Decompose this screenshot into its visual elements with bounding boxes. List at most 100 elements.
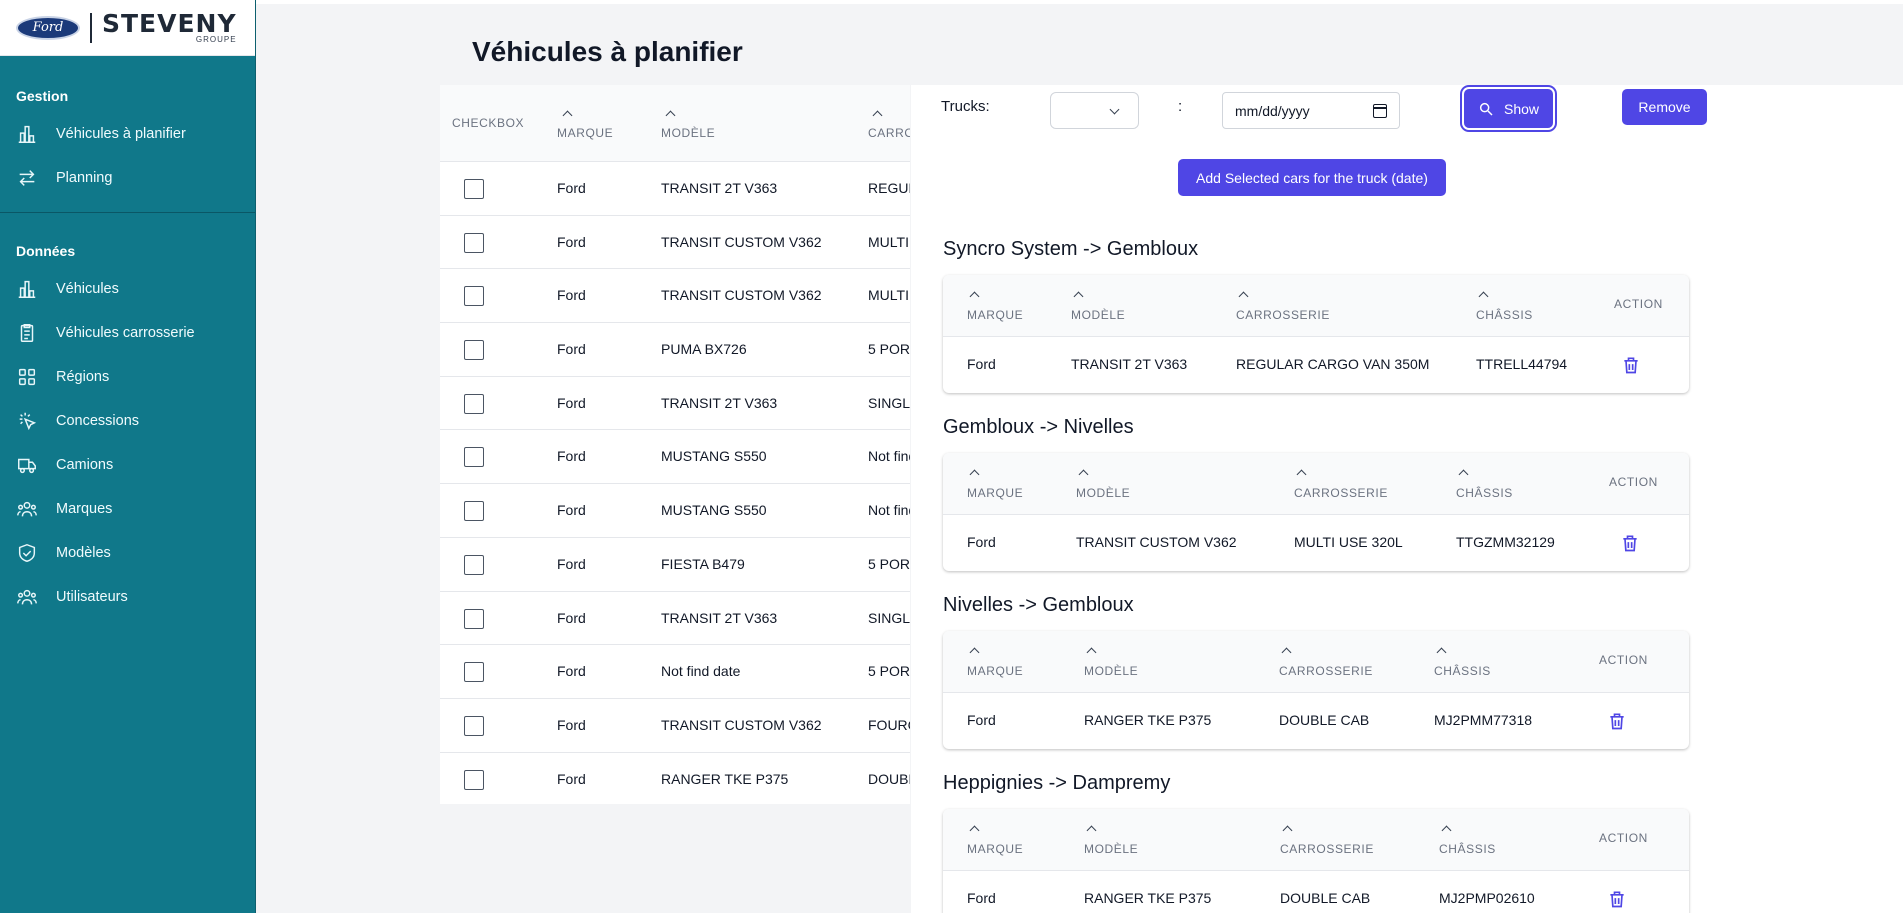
header-marque[interactable]: MARQUE	[967, 842, 1023, 856]
sidebar-item-modeles[interactable]: Modèles	[0, 531, 255, 575]
header-chassis[interactable]: CHÂSSIS	[1439, 842, 1496, 856]
row-checkbox[interactable]	[464, 447, 484, 468]
sidebar-item-label: Régions	[56, 369, 110, 385]
header-carrosserie[interactable]: CARROSSERIE	[868, 126, 910, 140]
sidebar-item-utilisateurs[interactable]: Utilisateurs	[0, 575, 255, 619]
row-checkbox[interactable]	[464, 715, 484, 736]
sort-caret-icon[interactable]	[873, 112, 883, 118]
row-checkbox[interactable]	[464, 286, 484, 307]
trucks-select[interactable]	[1050, 92, 1139, 129]
sort-caret-icon[interactable]	[1239, 293, 1249, 299]
sort-caret-icon[interactable]	[1074, 293, 1084, 299]
show-button-label: Show	[1503, 100, 1540, 117]
sidebar-item-label: Planning	[56, 170, 113, 186]
sidebar-item-concessions[interactable]: Concessions	[0, 399, 255, 443]
route-card: MARQUE MODÈLE CARROSSERIE CHÂSSIS ACTION Ford…	[943, 275, 1689, 393]
row-checkbox[interactable]	[464, 608, 484, 629]
sort-caret-icon[interactable]	[970, 293, 980, 299]
header-modele[interactable]: MODÈLE	[661, 126, 715, 140]
sort-caret-icon[interactable]	[1479, 293, 1489, 299]
row-checkbox[interactable]	[464, 179, 484, 199]
header-marque[interactable]: MARQUE	[557, 126, 613, 140]
trash-icon[interactable]	[1607, 710, 1627, 732]
remove-button[interactable]: Remove	[1622, 89, 1707, 125]
sort-caret-icon[interactable]	[1087, 649, 1097, 655]
row-checkbox[interactable]	[464, 662, 484, 683]
ford-logo: Ford	[16, 15, 80, 40]
sidebar-item-label: Concessions	[56, 413, 140, 429]
sidebar-item-vehicules[interactable]: Véhicules	[0, 267, 255, 311]
header-modele[interactable]: MODÈLE	[1084, 842, 1138, 856]
header-marque[interactable]: MARQUE	[967, 308, 1023, 322]
sort-caret-icon[interactable]	[1297, 471, 1307, 477]
sort-caret-icon[interactable]	[666, 112, 676, 118]
cell-carrosserie: REGULAR CARGO VAN 350M	[868, 180, 910, 196]
row-checkbox[interactable]	[464, 554, 484, 575]
sort-caret-icon[interactable]	[970, 649, 980, 655]
sidebar-item-label: Véhicules	[56, 281, 119, 297]
sidebar-item-marques[interactable]: Marques	[0, 487, 255, 531]
cell-modele: TRANSIT CUSTOM V362	[661, 716, 822, 733]
route-title: Syncro System -> Gembloux	[943, 238, 1199, 260]
header-chassis[interactable]: CHÂSSIS	[1434, 664, 1491, 678]
trash-icon[interactable]	[1607, 888, 1627, 910]
header-carrosserie[interactable]: CARROSSERIE	[1236, 308, 1330, 322]
brand-sub: GROUPE	[195, 34, 237, 44]
sort-caret-icon[interactable]	[563, 112, 573, 118]
sort-caret-icon[interactable]	[970, 471, 980, 477]
sort-caret-icon[interactable]	[1282, 649, 1292, 655]
sidebar-item-regions[interactable]: Régions	[0, 355, 255, 399]
header-carrosserie[interactable]: CARROSSERIE	[1279, 664, 1373, 678]
cell-carrosserie: MULTI USE 320L	[1294, 534, 1403, 550]
sidebar-item-camions[interactable]: Camions	[0, 443, 255, 487]
cell-marque: Ford	[557, 609, 586, 626]
cell-carrosserie: MULTI USE 320L	[868, 233, 910, 250]
cell-carrosserie: DOUBLE CAB	[1279, 712, 1370, 728]
sidebar-item-label: Camions	[56, 457, 114, 473]
sort-caret-icon[interactable]	[1459, 471, 1469, 477]
sort-caret-icon[interactable]	[1087, 827, 1097, 833]
header-chassis[interactable]: CHÂSSIS	[1456, 486, 1513, 500]
sidebar-item-vehicules-carrosserie[interactable]: Véhicules carrosserie	[0, 311, 255, 355]
header-modele[interactable]: MODÈLE	[1084, 664, 1138, 678]
calendar-icon[interactable]	[1373, 103, 1387, 118]
cell-chassis: TTRELL44794	[1476, 356, 1568, 372]
header-marque[interactable]: MARQUE	[967, 664, 1023, 678]
header-modele[interactable]: MODÈLE	[1076, 486, 1130, 500]
cursor-click-icon	[16, 410, 38, 432]
table-row: Ford RANGER TKE P375 DOUBLE CAB MJ2PMM77318	[943, 693, 1689, 749]
bar-chart-icon	[16, 123, 38, 145]
row-checkbox[interactable]	[464, 393, 484, 414]
sidebar-item-vehicules-a-planifier[interactable]: Véhicules à planifier	[0, 112, 255, 156]
cell-modele: TRANSIT CUSTOM V362	[1076, 534, 1237, 550]
cell-modele: TRANSIT 2T V363	[661, 180, 778, 196]
row-checkbox[interactable]	[464, 340, 484, 361]
sort-caret-icon[interactable]	[970, 827, 980, 833]
colon-separator: :	[1178, 98, 1183, 115]
search-icon	[1479, 102, 1493, 116]
header-marque[interactable]: MARQUE	[967, 486, 1023, 500]
row-checkbox[interactable]	[464, 232, 484, 253]
truck-icon	[16, 454, 38, 476]
sort-caret-icon[interactable]	[1079, 471, 1089, 477]
header-carrosserie[interactable]: CARROSSERIE	[1280, 842, 1374, 856]
sort-caret-icon[interactable]	[1437, 649, 1447, 655]
sidebar-item-label: Utilisateurs	[56, 589, 128, 605]
sidebar-item-planning[interactable]: Planning	[0, 156, 255, 200]
row-checkbox[interactable]	[464, 769, 484, 790]
sort-caret-icon[interactable]	[1442, 827, 1452, 833]
header-modele[interactable]: MODÈLE	[1071, 308, 1125, 322]
date-input[interactable]: mm/dd/yyyy	[1222, 92, 1400, 129]
header-carrosserie[interactable]: CARROSSERIE	[1294, 486, 1388, 500]
header-chassis[interactable]: CHÂSSIS	[1476, 308, 1533, 322]
cell-chassis: TTGZMM32129	[1456, 534, 1555, 550]
cell-modele: MUSTANG S550	[661, 502, 767, 519]
cell-marque: Ford	[557, 448, 586, 465]
trash-icon[interactable]	[1621, 354, 1641, 376]
users-icon	[16, 498, 38, 520]
add-selected-cars-button[interactable]: Add Selected cars for the truck (date)	[1178, 159, 1446, 196]
trash-icon[interactable]	[1620, 532, 1640, 554]
show-button[interactable]: Show	[1464, 89, 1553, 128]
sort-caret-icon[interactable]	[1283, 827, 1293, 833]
row-checkbox[interactable]	[464, 501, 484, 522]
